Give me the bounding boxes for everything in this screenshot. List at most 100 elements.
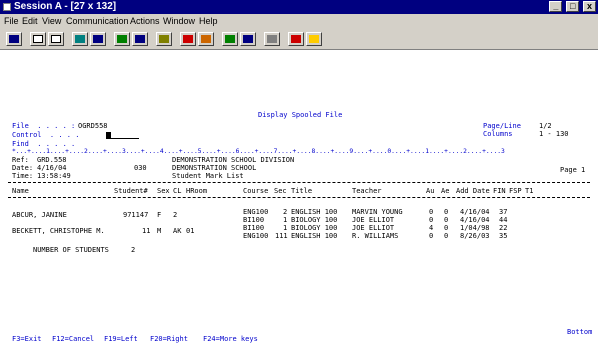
- column-header: FSP: [509, 187, 522, 195]
- find-label: Find . . . . .: [12, 140, 76, 148]
- column-header: Au: [426, 187, 435, 195]
- divider: [8, 197, 590, 198]
- final-mark: 22: [499, 224, 508, 232]
- color-map-icon[interactable]: [264, 32, 280, 46]
- course-code: ENG100: [243, 208, 269, 216]
- fkey-more-keys[interactable]: F24=More keys: [203, 335, 258, 343]
- menu-view[interactable]: View: [42, 14, 61, 29]
- final-mark: 37: [499, 208, 508, 216]
- teacher-name: MARVIN YOUNG: [352, 208, 403, 216]
- page-label: Page: [560, 166, 577, 174]
- columns-label: Columns: [483, 130, 513, 138]
- close-button[interactable]: x: [583, 1, 596, 12]
- student-name: ABCUR, JANINE: [12, 211, 67, 219]
- column-header: FIN: [493, 187, 506, 195]
- menu-window[interactable]: Window: [163, 14, 195, 29]
- display-icon[interactable]: [114, 32, 130, 46]
- time-value: 13:58:49: [37, 172, 71, 180]
- column-header: Teacher: [352, 187, 382, 195]
- fkey-cancel[interactable]: F12=Cancel: [52, 335, 94, 343]
- final-mark: 44: [499, 216, 508, 224]
- minimize-button[interactable]: _: [549, 1, 563, 12]
- course-code: BI100: [243, 224, 265, 232]
- school-code: 030: [134, 164, 147, 172]
- send-icon[interactable]: [72, 32, 88, 46]
- ref-label: Ref:: [12, 156, 29, 164]
- page-number: 1: [581, 166, 586, 174]
- menu-bar: File Edit View Communication Actions Win…: [0, 14, 598, 29]
- absences-excused: 0: [444, 216, 449, 224]
- window-controls: _ □ x: [548, 1, 596, 13]
- pencil-icon[interactable]: [306, 32, 322, 46]
- receive-icon[interactable]: [90, 32, 106, 46]
- print-screen-icon[interactable]: [6, 32, 22, 46]
- add-date: 4/16/04: [460, 216, 490, 224]
- teacher-name: JOE ELLIOT: [352, 216, 395, 224]
- menu-communication[interactable]: Communication: [66, 14, 129, 29]
- student-number: 971147: [123, 211, 149, 219]
- teacher-name: JOE ELLIOT: [352, 224, 395, 232]
- column-header: CL: [173, 187, 182, 195]
- keyboard-icon[interactable]: [132, 32, 148, 46]
- page-line-label: Page/Line: [483, 122, 521, 130]
- course-title: BIOLOGY 100: [291, 224, 338, 232]
- file-value: OGRD558: [78, 122, 108, 130]
- menu-actions[interactable]: Actions: [130, 14, 160, 29]
- control-label: Control . . . .: [12, 131, 80, 139]
- student-sex: F: [157, 211, 162, 219]
- toggle-icon[interactable]: [222, 32, 238, 46]
- status-indicator: Bottom: [567, 328, 593, 336]
- maximize-button[interactable]: □: [566, 1, 580, 12]
- page-line-value: 1/2: [539, 122, 552, 130]
- file-label: File . . . . :: [12, 122, 76, 130]
- course-code: BI100: [243, 216, 265, 224]
- fkey-left[interactable]: F19=Left: [104, 335, 138, 343]
- add-date: 4/16/04: [460, 208, 490, 216]
- macro-record-icon[interactable]: [156, 32, 172, 46]
- menu-file[interactable]: File: [4, 14, 19, 29]
- division-name: DEMONSTRATION SCHOOL DIVISION: [172, 156, 295, 164]
- absences-unexcused: 0: [429, 216, 434, 224]
- macro-stop-icon[interactable]: [198, 32, 214, 46]
- student-class: 2: [173, 211, 178, 219]
- final-mark: 35: [499, 232, 508, 240]
- control-input[interactable]: [111, 138, 139, 139]
- list-title: Student Mark List: [172, 172, 244, 180]
- terminal-screen[interactable]: Display Spooled File File . . . . : OGRD…: [0, 51, 598, 347]
- column-header: Course: [243, 187, 269, 195]
- edit-icon[interactable]: [288, 32, 304, 46]
- column-header: Student#: [114, 187, 148, 195]
- toolbar: [0, 29, 598, 50]
- fkey-right[interactable]: F20=Right: [150, 335, 188, 343]
- fkey-exit[interactable]: F3=Exit: [12, 335, 42, 343]
- paste-icon[interactable]: [48, 32, 64, 46]
- copy-icon[interactable]: [30, 32, 46, 46]
- column-header: Name: [12, 187, 29, 195]
- student-name: BECKETT, CHRISTOPHE M.: [12, 227, 105, 235]
- columns-value: 1 - 130: [539, 130, 569, 138]
- absences-excused: 0: [444, 232, 449, 240]
- app-icon[interactable]: [3, 3, 11, 11]
- course-title: ENGLISH 100: [291, 208, 338, 216]
- summary-value: 2: [131, 246, 136, 254]
- add-date: 1/04/98: [460, 224, 490, 232]
- course-title: BIOLOGY 100: [291, 216, 338, 224]
- title-bar: Session A - [27 x 132] _ □ x: [0, 0, 598, 14]
- homeroom: 01: [186, 227, 195, 235]
- course-section: 1: [283, 224, 288, 232]
- ref-value: GRD.558: [37, 156, 67, 164]
- column-header: Sex: [157, 187, 170, 195]
- column-ruler: *...+....1....+....2....+....3....+....4…: [12, 148, 505, 155]
- student-sex: M: [157, 227, 162, 235]
- menu-help[interactable]: Help: [199, 14, 218, 29]
- absences-unexcused: 4: [429, 224, 434, 232]
- column-header: T1: [525, 187, 534, 195]
- macro-play-icon[interactable]: [180, 32, 196, 46]
- window-title: Session A - [27 x 132]: [14, 1, 117, 12]
- menu-edit[interactable]: Edit: [22, 14, 38, 29]
- add-date: 8/26/03: [460, 232, 490, 240]
- column-header: Ae: [441, 187, 450, 195]
- divider: [8, 182, 590, 183]
- help-icon[interactable]: [240, 32, 256, 46]
- column-header: Sec: [274, 187, 287, 195]
